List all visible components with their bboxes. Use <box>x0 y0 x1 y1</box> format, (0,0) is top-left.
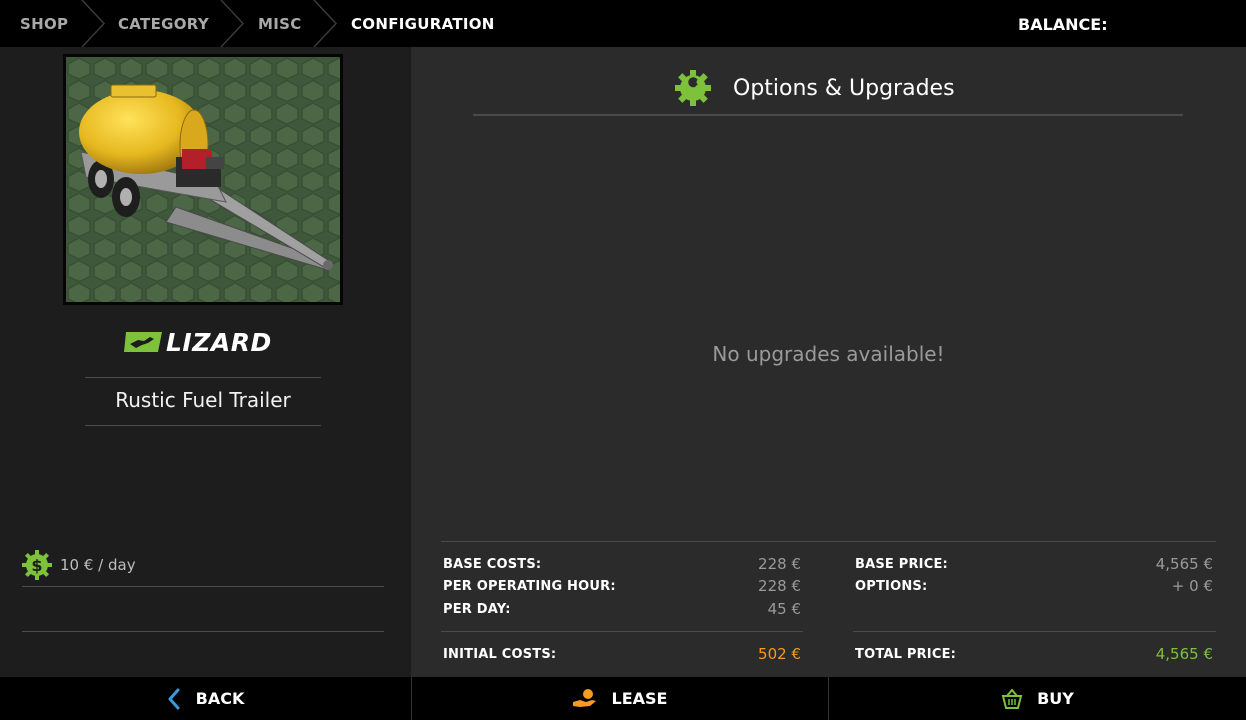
divider <box>22 586 384 587</box>
no-upgrades-message: No upgrades available! <box>712 342 945 366</box>
back-button[interactable]: BACK <box>0 677 410 720</box>
buy-button[interactable]: BUY <box>829 677 1246 720</box>
divider <box>85 377 321 378</box>
base-price-value: 4,565 € <box>1155 555 1213 573</box>
divider <box>853 631 1216 632</box>
hand-coin-icon <box>572 688 596 707</box>
divider <box>441 631 803 632</box>
per-day-value: 45 € <box>767 600 801 618</box>
breadcrumb-configuration: CONFIGURATION <box>351 15 495 33</box>
per-operating-hour-value: 228 € <box>758 577 801 595</box>
base-costs-label: BASE COSTS: <box>443 557 542 572</box>
breadcrumb-separator-icon <box>220 0 245 47</box>
basket-icon <box>1001 687 1023 709</box>
balance-label: BALANCE: <box>1018 15 1108 34</box>
options-price-label: OPTIONS: <box>855 579 928 594</box>
product-image <box>63 54 343 305</box>
initial-costs-label: INITIAL COSTS: <box>443 647 557 662</box>
lease-button[interactable]: LEASE <box>412 677 827 720</box>
daily-rate: $ 10 € / day <box>22 550 136 580</box>
product-info-panel: LIZARD Rustic Fuel Trailer $ 10 € / day <box>0 47 410 677</box>
total-price-value: 4,565 € <box>1155 645 1213 663</box>
options-price-value: + 0 € <box>1171 577 1213 595</box>
options-header: Options & Upgrades <box>673 70 955 106</box>
base-costs-value: 228 € <box>758 555 801 573</box>
bottom-action-bar: BACK LEASE BUY <box>0 677 1246 720</box>
svg-text:$: $ <box>31 556 42 575</box>
dollar-gear-icon: $ <box>22 550 52 580</box>
divider <box>85 425 321 426</box>
wrench-gear-icon <box>675 70 711 106</box>
breadcrumb-shop[interactable]: SHOP <box>20 0 68 47</box>
breadcrumb-misc[interactable]: MISC <box>258 0 302 47</box>
breadcrumb-separator-icon <box>81 0 106 47</box>
initial-costs-value: 502 € <box>758 645 801 663</box>
chevron-left-icon <box>168 688 180 709</box>
divider <box>22 631 384 632</box>
options-title: Options & Upgrades <box>733 75 955 101</box>
header-divider <box>473 114 1183 116</box>
total-price-label: TOTAL PRICE: <box>855 647 957 662</box>
options-panel: Options & Upgrades No upgrades available… <box>411 47 1246 677</box>
product-name: Rustic Fuel Trailer <box>115 388 291 412</box>
breadcrumb-separator-icon <box>313 0 338 47</box>
breadcrumb-category[interactable]: CATEGORY <box>118 0 209 47</box>
top-bar: SHOP CATEGORY MISC CONFIGURATION BALANCE… <box>0 0 1246 47</box>
base-price-label: BASE PRICE: <box>855 557 948 572</box>
divider <box>441 541 1216 542</box>
per-operating-hour-label: PER OPERATING HOUR: <box>443 579 616 594</box>
per-day-label: PER DAY: <box>443 602 511 617</box>
shop-configuration-screen: SHOP CATEGORY MISC CONFIGURATION BALANCE… <box>0 0 1246 720</box>
lizard-logo-icon <box>124 332 162 352</box>
brand-logo: LIZARD <box>124 328 272 357</box>
